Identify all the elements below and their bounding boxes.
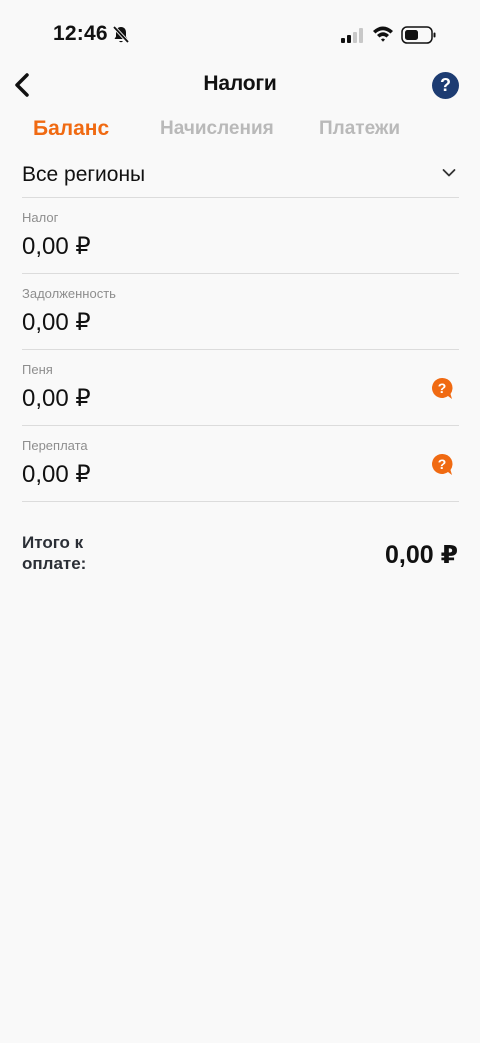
row-value: 0,00 ₽ <box>22 233 91 260</box>
bell-slash-icon <box>112 25 130 44</box>
row-penalty: Пеня 0,00 ₽ ? <box>22 350 459 426</box>
row-value: 0,00 ₽ <box>22 461 91 488</box>
tab-bar: Баланс Начисления Платежи <box>0 117 480 148</box>
row-value: 0,00 ₽ <box>22 385 91 412</box>
row-overpayment: Переплата 0,00 ₽ ? <box>22 426 459 502</box>
svg-text:?: ? <box>438 380 447 396</box>
region-select-value: Все регионы <box>22 163 146 186</box>
row-label: Переплата <box>22 438 88 453</box>
signal-icon <box>341 28 363 43</box>
question-bubble-icon[interactable]: ? <box>431 377 453 401</box>
wifi-icon <box>373 26 393 42</box>
total-label: Итого к оплате: <box>22 533 87 573</box>
chevron-down-icon <box>442 169 456 177</box>
status-bar: 12:46 <box>0 0 480 70</box>
page-title: Налоги <box>203 72 277 95</box>
status-time: 12:46 <box>53 22 108 45</box>
battery-icon <box>401 26 436 44</box>
tab-accruals[interactable]: Начисления <box>160 118 274 140</box>
tab-payments[interactable]: Платежи <box>319 118 400 140</box>
help-button[interactable]: ? <box>432 72 459 99</box>
question-bubble-icon[interactable]: ? <box>431 453 453 477</box>
row-label: Пеня <box>22 362 53 377</box>
row-value: 0,00 ₽ <box>22 309 91 336</box>
total-value: 0,00 ₽ <box>385 541 458 569</box>
svg-text:?: ? <box>438 456 447 472</box>
row-debt: Задолженность 0,00 ₽ <box>22 274 459 350</box>
row-label: Задолженность <box>22 286 116 301</box>
navigation-bar: Налоги ? <box>0 62 480 108</box>
tab-balance[interactable]: Баланс <box>33 117 109 141</box>
row-label: Налог <box>22 210 59 225</box>
row-tax: Налог 0,00 ₽ <box>22 198 459 274</box>
region-select[interactable]: Все регионы <box>22 152 459 198</box>
